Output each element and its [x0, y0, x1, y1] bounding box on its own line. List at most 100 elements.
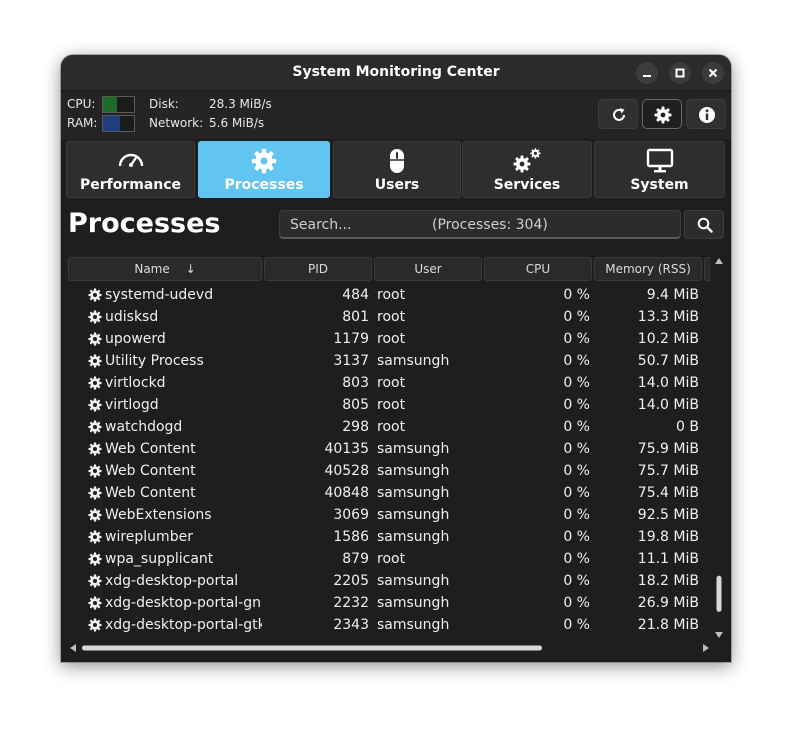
process-cpu: 0 % [563, 551, 590, 567]
scroll-right-arrow[interactable] [703, 644, 709, 652]
table-row[interactable]: xdg-desktop-portal-gn 2232 samsungh 0 % 26.9… [68, 592, 711, 614]
vertical-scrollbar[interactable] [713, 256, 725, 640]
table-row[interactable]: systemd-udevd 484 root 0 % 9.4 MiB [68, 284, 711, 306]
settings-button[interactable] [642, 99, 682, 129]
process-user: samsungh [377, 463, 450, 479]
process-memory: 21.8 MiB [637, 617, 699, 633]
window-title: System Monitoring Center [292, 64, 500, 80]
process-cpu: 0 % [563, 441, 590, 457]
table-row[interactable]: WebExtensions 3069 samsungh 0 % 92.5 MiB [68, 504, 711, 526]
horizontal-scrollbar[interactable] [68, 642, 711, 654]
table-row[interactable]: Web Content 40528 samsungh 0 % 75.7 MiB [68, 460, 711, 482]
process-user: root [377, 331, 406, 347]
tab-label: Processes [224, 177, 304, 193]
process-user: samsungh [377, 353, 450, 369]
cpu-usage-fill [103, 97, 117, 112]
tab-processes[interactable]: Processes [198, 141, 330, 198]
scroll-down-arrow[interactable] [715, 632, 723, 638]
maximize-icon [675, 68, 685, 78]
process-user: samsungh [377, 595, 450, 611]
process-user: root [377, 309, 406, 325]
minimize-button[interactable] [636, 62, 658, 84]
tab-services[interactable]: Services [462, 141, 592, 198]
scroll-up-arrow[interactable] [715, 258, 723, 264]
table-row[interactable]: udisksd 801 root 0 % 13.3 MiB [68, 306, 711, 328]
table-row[interactable]: virtlockd 803 root 0 % 14.0 MiB [68, 372, 711, 394]
tab-system[interactable]: System [594, 141, 725, 198]
search-icon [697, 217, 713, 233]
table-row[interactable]: xdg-desktop-portal 2205 samsungh 0 % 18.2 Mi… [68, 570, 711, 592]
table-row[interactable]: upowerd 1179 root 0 % 10.2 MiB [68, 328, 711, 350]
search-button[interactable] [684, 210, 724, 239]
horizontal-scroll-thumb[interactable] [82, 645, 542, 651]
process-memory: 75.4 MiB [637, 485, 699, 501]
summary-strip: CPU: RAM: Disk: 28.3 MiB/s Network: 5.6 … [61, 92, 731, 139]
process-cpu: 0 % [563, 573, 590, 589]
column-user[interactable]: User [374, 257, 482, 281]
process-memory: 0 B [676, 419, 699, 435]
column-extra[interactable] [704, 257, 711, 281]
column-memory[interactable]: Memory (RSS) [594, 257, 702, 281]
process-gear-icon [88, 332, 102, 350]
process-count: (Processes: 304) [432, 217, 548, 233]
table-header: Name ↓ PID User CPU Memory (RSS) [68, 256, 711, 282]
ram-usage-fill [103, 116, 121, 131]
process-pid: 40528 [324, 463, 369, 479]
table-row[interactable]: xdg-desktop-portal-gtk 2343 samsungh 0 % 21.… [68, 614, 711, 636]
column-name[interactable]: Name ↓ [68, 257, 262, 281]
table-row[interactable]: Utility Process 3137 samsungh 0 % 50.7 MiB [68, 350, 711, 372]
process-gear-icon [88, 354, 102, 372]
tab-performance[interactable]: Performance [66, 141, 195, 198]
process-pid: 2343 [333, 617, 369, 633]
process-pid: 3137 [333, 353, 369, 369]
process-memory: 92.5 MiB [637, 507, 699, 523]
scroll-left-arrow[interactable] [70, 644, 76, 652]
process-gear-icon [88, 596, 102, 614]
process-name: watchdogd [105, 419, 183, 435]
column-name-label: Name [134, 262, 170, 276]
process-pid: 484 [342, 287, 369, 303]
process-cpu: 0 % [563, 287, 590, 303]
process-cpu: 0 % [563, 507, 590, 523]
gear-icon [251, 148, 277, 174]
process-table[interactable]: Name ↓ PID User CPU Memory (RSS) systemd… [68, 256, 711, 638]
process-memory: 13.3 MiB [637, 309, 699, 325]
process-pid: 879 [342, 551, 369, 567]
table-row[interactable]: Web Content 40135 samsungh 0 % 75.9 MiB [68, 438, 711, 460]
about-button[interactable] [686, 99, 726, 129]
process-user: samsungh [377, 507, 450, 523]
process-gear-icon [88, 420, 102, 438]
process-gear-icon [88, 464, 102, 482]
column-cpu[interactable]: CPU [484, 257, 592, 281]
vertical-scroll-thumb[interactable] [716, 575, 722, 612]
table-row[interactable]: watchdogd 298 root 0 % 0 B [68, 416, 711, 438]
maximize-button[interactable] [669, 62, 691, 84]
close-button[interactable] [702, 62, 724, 84]
table-row[interactable]: Web Content 40848 samsungh 0 % 75.4 MiB [68, 482, 711, 504]
process-pid: 1179 [333, 331, 369, 347]
process-gear-icon [88, 398, 102, 416]
process-pid: 2232 [333, 595, 369, 611]
column-pid[interactable]: PID [264, 257, 372, 281]
process-name: Web Content [105, 485, 196, 501]
table-row[interactable]: wireplumber 1586 samsungh 0 % 19.8 MiB [68, 526, 711, 548]
refresh-button[interactable] [598, 99, 638, 129]
tab-label: Users [374, 177, 420, 193]
process-cpu: 0 % [563, 419, 590, 435]
process-gear-icon [88, 376, 102, 394]
process-memory: 14.0 MiB [637, 375, 699, 391]
table-row[interactable]: virtlogd 805 root 0 % 14.0 MiB [68, 394, 711, 416]
title-bar[interactable]: System Monitoring Center [61, 55, 731, 91]
process-user: samsungh [377, 441, 450, 457]
mouse-icon [390, 149, 404, 173]
table-row[interactable]: wpa_supplicant 879 root 0 % 11.1 MiB [68, 548, 711, 570]
search-input[interactable]: Search... (Processes: 304) [279, 210, 681, 239]
process-cpu: 0 % [563, 463, 590, 479]
process-name: xdg-desktop-portal-gtk [105, 617, 262, 633]
process-cpu: 0 % [563, 331, 590, 347]
tab-users[interactable]: Users [333, 141, 461, 198]
tab-label: Performance [79, 177, 182, 193]
process-name: WebExtensions [105, 507, 212, 523]
process-name: wpa_supplicant [105, 551, 214, 567]
process-memory: 11.1 MiB [637, 551, 699, 567]
